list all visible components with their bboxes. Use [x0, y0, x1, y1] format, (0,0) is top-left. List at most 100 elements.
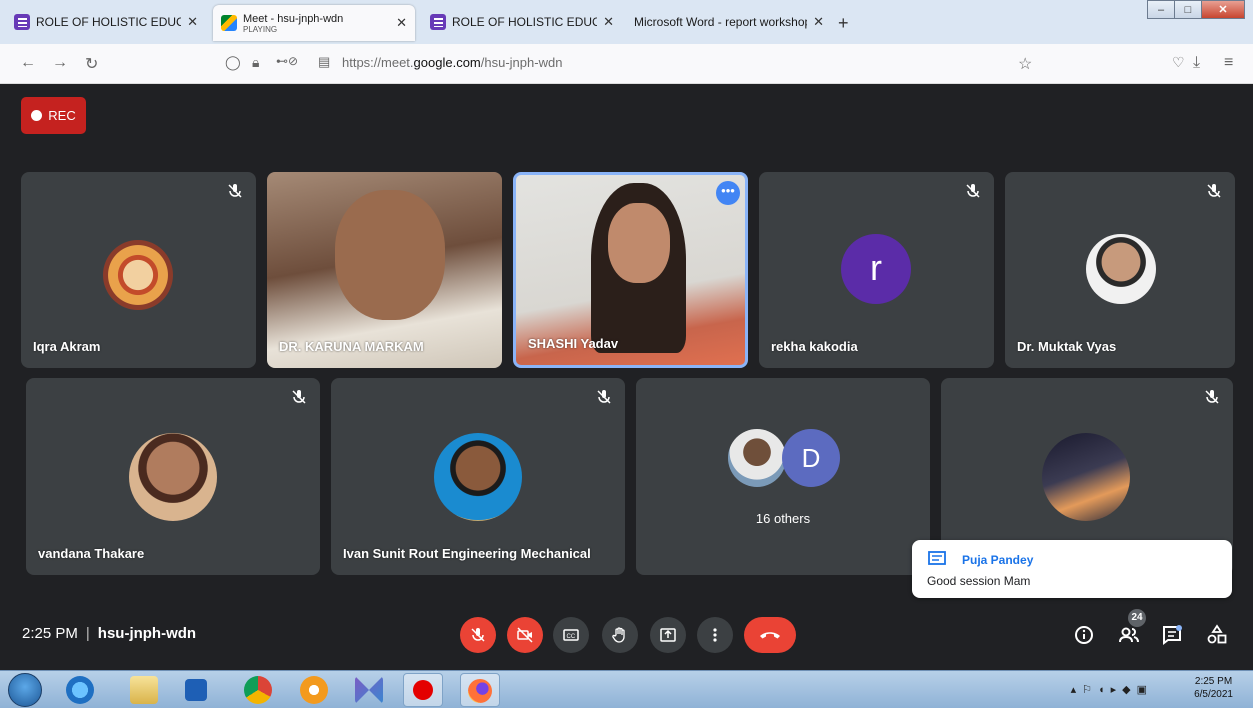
navigation-bar: ← → ↻ ◯ 🔒︎ ⊷⊘ ▤ https://meet.google.com/…: [0, 44, 1253, 84]
tab-meet[interactable]: Meet - hsu-jnph-wdn PLAYING ✕: [213, 5, 415, 41]
participant-name: DR. KARUNA MARKAM: [279, 339, 424, 354]
close-icon[interactable]: ✕: [396, 15, 407, 31]
new-tab-icon[interactable]: +: [838, 13, 849, 34]
firefox-logo: [468, 679, 492, 703]
participant-tile-ivan[interactable]: Ivan Sunit Rout Engineering Mechanical: [331, 378, 625, 575]
avatar: [1042, 433, 1130, 521]
participant-name: Ivan Sunit Rout Engineering Mechanical: [343, 546, 591, 561]
meeting-info: 2:25 PM | hsu-jnph-wdn: [22, 625, 197, 642]
mic-off-icon: [471, 628, 485, 642]
visual-studio-icon[interactable]: [355, 676, 383, 704]
mic-off-icon: [228, 184, 242, 198]
maximize-icon[interactable]: □: [1174, 0, 1202, 19]
raise-hand-button[interactable]: [602, 617, 638, 653]
settings-app-icon[interactable]: [300, 676, 328, 704]
more-options-icon[interactable]: •••: [716, 181, 740, 205]
participant-tile-muktak[interactable]: Dr. Muktak Vyas: [1005, 172, 1235, 368]
record-dot-icon: [31, 110, 43, 121]
url-prefix: https://meet.: [342, 55, 414, 70]
meeting-code: hsu-jnph-wdn: [97, 625, 197, 642]
chat-icon[interactable]: [1161, 624, 1183, 646]
present-screen-button[interactable]: [650, 617, 686, 653]
taskbar-clock[interactable]: 2:25 PM 6/5/2021: [1194, 675, 1233, 701]
back-icon[interactable]: ←: [20, 54, 36, 72]
present-icon: [660, 628, 676, 642]
tab-role-holistic-2[interactable]: ROLE OF HOLISTIC EDUCATION ✕: [422, 6, 622, 38]
chat-sender: Puja Pandey: [962, 553, 1034, 567]
internet-explorer-icon[interactable]: [66, 676, 94, 704]
url-domain: google.com: [413, 55, 481, 70]
participant-tile-shashi[interactable]: ••• SHASHI Yadav: [513, 172, 748, 368]
close-icon[interactable]: ✕: [187, 14, 198, 30]
mic-off-icon: [1205, 390, 1219, 404]
people-icon[interactable]: [1118, 624, 1140, 646]
more-vert-icon: [713, 628, 717, 642]
mic-off-icon: [292, 390, 306, 404]
lock-icon[interactable]: 🔒︎: [252, 54, 259, 71]
avatar: [1086, 234, 1156, 304]
meeting-details-icon[interactable]: [1073, 624, 1095, 646]
shield-icon[interactable]: ◯: [225, 54, 241, 71]
chat-notification[interactable]: Puja Pandey Good session Mam: [912, 540, 1232, 598]
tab-word-report[interactable]: Microsoft Word - report workshop_ ✕: [626, 6, 832, 38]
tab-title: ROLE OF HOLISTIC EDUCATION: [36, 15, 182, 29]
video-face: [608, 203, 670, 283]
file-explorer-icon[interactable]: [130, 676, 158, 704]
close-icon[interactable]: ✕: [603, 14, 614, 30]
activities-icon[interactable]: [1206, 624, 1228, 646]
windows-start-icon[interactable]: [8, 673, 42, 707]
reader-view-icon[interactable]: ▤: [318, 54, 330, 70]
minimize-icon[interactable]: –: [1147, 0, 1175, 19]
url-bar[interactable]: https://meet.google.com/hsu-jnph-wdn: [342, 55, 562, 70]
participant-tile-karuna[interactable]: DR. KARUNA MARKAM: [267, 172, 502, 368]
airtel-app-icon[interactable]: [403, 673, 443, 707]
reload-icon[interactable]: ↻: [85, 54, 98, 74]
more-options-button[interactable]: [697, 617, 733, 653]
participant-tile-vandana[interactable]: vandana Thakare: [26, 378, 320, 575]
avatar: [103, 240, 173, 310]
tab-title: Meet - hsu-jnph-wdn: [243, 12, 344, 25]
camera-toggle-button[interactable]: [507, 617, 543, 653]
participant-name: Dr. Muktak Vyas: [1017, 339, 1117, 354]
hang-up-icon: [760, 632, 780, 639]
people-count-badge: 24: [1128, 609, 1146, 627]
tab-title: Microsoft Word - report workshop_: [634, 15, 808, 29]
google-meet-icon: [221, 15, 237, 31]
close-icon[interactable]: ✕: [813, 14, 824, 30]
mic-off-icon: [966, 184, 980, 198]
mic-off-icon: [1207, 184, 1221, 198]
participant-name: rekha kakodia: [771, 339, 858, 354]
avatar: [129, 433, 217, 521]
outlook-icon[interactable]: [185, 679, 207, 701]
avatar: [434, 433, 522, 521]
browser-tab-bar: ROLE OF HOLISTIC EDUCATION ✕ Meet - hsu-…: [0, 0, 1253, 44]
leave-call-button[interactable]: [744, 617, 796, 653]
system-tray-icons[interactable]: ▴⚐◖▸◆▣: [1071, 683, 1153, 696]
tab-playing-label: PLAYING: [243, 24, 278, 34]
participant-tile-rekha[interactable]: r rekha kakodia: [759, 172, 994, 368]
bookmark-star-icon[interactable]: ☆: [1018, 54, 1032, 74]
captions-button[interactable]: CC: [553, 617, 589, 653]
forward-icon[interactable]: →: [52, 54, 68, 72]
participant-tile-iqra[interactable]: Iqra Akram: [21, 172, 256, 368]
menu-icon[interactable]: ≡: [1224, 54, 1233, 72]
window-close-icon[interactable]: ✕: [1201, 0, 1245, 19]
avatar: r: [841, 234, 911, 304]
participant-tile-others[interactable]: D 16 others: [636, 378, 930, 575]
firefox-icon[interactable]: [460, 673, 500, 707]
chat-message: Good session Mam: [927, 574, 1031, 588]
tab-role-holistic-1[interactable]: ROLE OF HOLISTIC EDUCATION ✕: [6, 6, 206, 38]
avatar: [728, 429, 786, 487]
pocket-icon[interactable]: ♡: [1172, 54, 1185, 71]
recording-badge: REC: [21, 97, 86, 134]
download-icon[interactable]: ⤓: [1193, 54, 1200, 72]
taskbar-time: 2:25 PM: [1194, 676, 1233, 687]
video-person: [335, 190, 445, 320]
chrome-icon[interactable]: [244, 676, 272, 704]
microphone-toggle-button[interactable]: [460, 617, 496, 653]
mic-off-icon: [597, 390, 611, 404]
rec-label: REC: [48, 108, 76, 123]
permissions-icon[interactable]: ⊷⊘: [276, 54, 298, 68]
participant-name: Iqra Akram: [33, 339, 101, 354]
airtel-logo: [413, 680, 433, 700]
